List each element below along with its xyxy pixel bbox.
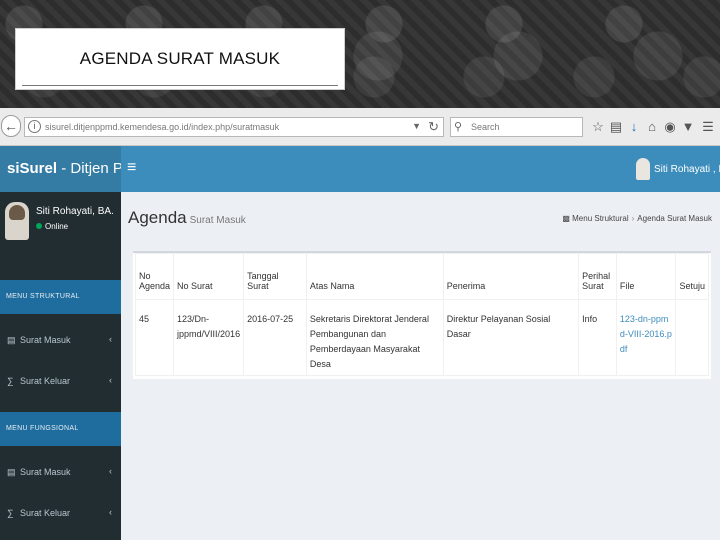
search-icon: ⚲ [454, 121, 463, 133]
logo-bold: siSurel [7, 160, 58, 177]
clipboard-icon[interactable]: ▤ [608, 118, 624, 136]
browser-window: ← i sisurel.ditjenppmd.kemendesa.go.id/i… [0, 108, 720, 540]
chevron-left-icon: ‹ [109, 466, 112, 476]
online-dot-icon [36, 223, 42, 229]
shield-icon[interactable]: ▼ [680, 118, 696, 136]
slide-title: AGENDA SURAT MASUK [79, 49, 281, 68]
menu-header-fungsional: MENU FUNGSIONAL [0, 412, 121, 446]
agenda-table: No Agenda No Surat Tanggal Surat Atas Nama… [134, 253, 709, 376]
outbox-icon: ∑ [7, 376, 14, 386]
download-icon[interactable]: ↓ [626, 118, 642, 136]
column-header-file[interactable]: File [615, 253, 677, 300]
cell-setuju[interactable] [675, 299, 709, 376]
sidebar-item-surat-masuk-fungsional[interactable]: ▤ Surat Masuk ‹ [0, 458, 121, 488]
menu-header-struktural: MENU STRUKTURAL [0, 280, 121, 314]
search-input[interactable]: ⚲ Search [450, 117, 583, 137]
user-status: Online [36, 222, 68, 231]
column-header-no-agenda[interactable]: No Agenda [134, 253, 175, 300]
outbox-icon: ∑ [7, 508, 14, 518]
sidebar-item-label: Surat Keluar [20, 508, 71, 518]
slide-title-underline [22, 85, 338, 86]
breadcrumb-separator: › [631, 214, 635, 223]
address-bar[interactable]: i sisurel.ditjenppmd.kemendesa.go.id/ind… [24, 117, 444, 137]
home-icon[interactable]: ⌂ [644, 118, 660, 136]
user-status-text: Online [45, 222, 69, 231]
sidebar: Siti Rohayati, BA. Online MENU STRUKTURA… [0, 192, 121, 540]
inbox-icon: ▤ [7, 335, 16, 345]
app-logo[interactable]: siSurel - Ditjen PPMD [0, 146, 156, 192]
user-avatar [5, 202, 29, 240]
column-header-tanggal-surat[interactable]: Tanggal Surat [243, 253, 307, 300]
user-name-top: Siti Rohayati , BA. [654, 164, 720, 175]
user-name: Siti Rohayati, BA. [36, 206, 114, 217]
app-header: siSurel - Ditjen PPMD ≡ Siti Rohayati , … [0, 146, 720, 192]
column-header-atas-nama[interactable]: Atas Nama [305, 253, 444, 300]
breadcrumb: ▩ Menu Struktural › Agenda Surat Masuk [562, 214, 712, 223]
sidebar-item-label: Surat Keluar [20, 376, 71, 386]
cell-perihal: Info [578, 299, 617, 376]
page-subtitle: Surat Masuk [189, 215, 246, 226]
table-row[interactable]: 45 123/Dn-jppmd/VIII/2016 2016-07-25 Sek… [134, 299, 709, 376]
sidebar-item-label: Surat Masuk [20, 467, 71, 477]
column-header-setuju[interactable]: Setuju [675, 253, 709, 300]
breadcrumb-item-menu[interactable]: Menu Struktural [572, 214, 628, 223]
user-menu[interactable]: Siti Rohayati , BA. [636, 146, 720, 192]
breadcrumb-item-current: Agenda Surat Masuk [637, 214, 712, 223]
column-header-penerima[interactable]: Penerima [442, 253, 580, 300]
top-navbar: ≡ Siti Rohayati , BA. [121, 146, 720, 192]
sidebar-toggle-icon[interactable]: ≡ [127, 159, 136, 177]
sidebar-item-surat-keluar-struktural[interactable]: ∑ Surat Keluar ‹ [0, 367, 121, 397]
table-header-row: No Agenda No Surat Tanggal Surat Atas Nama… [134, 253, 709, 300]
back-button[interactable]: ← [1, 115, 21, 137]
cell-tanggal: 2016-07-25 [243, 299, 307, 376]
url-text[interactable]: sisurel.ditjenppmd.kemendesa.go.id/index… [45, 122, 279, 132]
menu-icon[interactable]: ☰ [700, 118, 716, 136]
avatar [636, 158, 650, 180]
column-header-perihal-surat[interactable]: Perihal Surat [578, 253, 617, 300]
sidebar-item-surat-keluar-fungsional[interactable]: ∑ Surat Keluar ‹ [0, 499, 121, 529]
chevron-left-icon: ‹ [109, 507, 112, 517]
inbox-icon: ▤ [7, 467, 16, 477]
chevron-left-icon: ‹ [109, 375, 112, 385]
pocket-icon[interactable]: ◉ [662, 118, 678, 136]
chevron-left-icon: ‹ [109, 334, 112, 344]
search-placeholder: Search [471, 122, 500, 132]
cell-atas-nama: Sekretaris Direktorat Jenderal Pembangun… [305, 299, 444, 376]
file-link[interactable]: 123-dn-ppmd-VIII-2016.pdf [615, 299, 677, 376]
dropdown-arrow-icon[interactable]: ▼ [412, 121, 421, 131]
page-title-main: Agenda [128, 208, 187, 227]
info-icon[interactable]: i [28, 120, 41, 133]
table-box: No Agenda No Surat Tanggal Surat Atas Nama… [133, 251, 711, 379]
sidebar-item-label: Surat Masuk [20, 335, 71, 345]
sidebar-item-surat-masuk-struktural[interactable]: ▤ Surat Masuk ‹ [0, 326, 121, 356]
cell-penerima: Direktur Pelayanan Sosial Dasar [442, 299, 580, 376]
browser-navbar: ← i sisurel.ditjenppmd.kemendesa.go.id/i… [0, 108, 720, 146]
slide-title-box: AGENDA SURAT MASUK [15, 28, 345, 90]
cell-no-surat: 123/Dn-jppmd/VIII/2016 [173, 299, 245, 376]
column-header-no-surat[interactable]: No Surat [173, 253, 245, 300]
browser-toolbar: ☆ ▤ ↓ ⌂ ◉ ▼ ☰ [590, 118, 720, 138]
cell-no-agenda: 45 [134, 299, 175, 376]
page-title: Agenda Surat Masuk [128, 208, 246, 228]
reload-icon[interactable]: ↻ [428, 119, 439, 135]
user-panel: Siti Rohayati, BA. Online [0, 192, 121, 280]
star-icon[interactable]: ☆ [590, 118, 606, 136]
dashboard-icon: ▩ [562, 214, 570, 223]
content-area: Agenda Surat Masuk ▩ Menu Struktural › Agen… [121, 192, 720, 540]
